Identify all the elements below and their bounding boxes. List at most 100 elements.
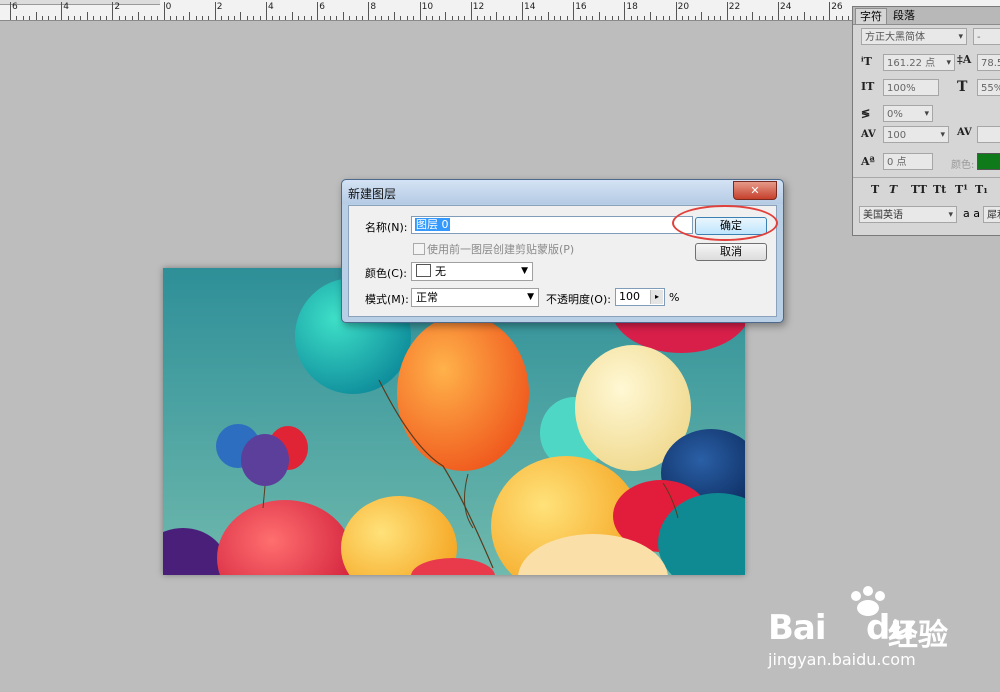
mode-select[interactable]: 正常 ▼: [411, 288, 539, 307]
mode-label: 模式(M):: [365, 293, 409, 306]
faux-bold-button[interactable]: T: [871, 183, 879, 196]
ruler-minor-tick: [336, 16, 338, 20]
highlight-circle: [672, 205, 778, 241]
ruler-minor-tick: [221, 16, 223, 20]
language-select[interactable]: 美国英语: [859, 206, 957, 224]
ruler-minor-tick: [496, 12, 498, 20]
ruler-minor-tick: [611, 16, 613, 20]
dialog-titlebar[interactable]: 新建图层 ✕: [342, 180, 783, 204]
close-button[interactable]: ✕: [733, 181, 777, 200]
ruler-minor-tick: [464, 16, 466, 20]
tab-character[interactable]: 字符: [855, 8, 887, 24]
ruler-label: 6: [319, 2, 325, 12]
font-size-field[interactable]: 161.22 点: [883, 54, 955, 72]
ruler-minor-tick: [669, 16, 671, 20]
ruler-minor-tick: [374, 16, 376, 20]
ruler-minor-tick: [771, 16, 773, 20]
ruler-major-tick: [573, 2, 575, 20]
font-style-select[interactable]: -: [973, 28, 1000, 45]
ruler-major-tick: [675, 2, 677, 20]
ruler-major-tick: [522, 2, 523, 20]
ruler-minor-tick: [586, 16, 587, 20]
opacity-stepper-icon[interactable]: ▸: [650, 290, 663, 304]
ruler-minor-tick: [707, 16, 709, 20]
ruler-minor-tick: [765, 16, 767, 20]
kerning-field[interactable]: [977, 126, 1000, 143]
antialias-select[interactable]: 犀利: [983, 206, 1000, 223]
ruler-label: 26: [831, 2, 843, 12]
ruler-label: 24: [780, 2, 792, 12]
color-select[interactable]: 无 ▼: [411, 262, 533, 281]
ruler-label: 4: [268, 2, 274, 12]
ruler-minor-tick: [438, 16, 440, 20]
ruler-minor-tick: [752, 12, 754, 20]
ruler-label: 6: [12, 2, 18, 12]
ruler-minor-tick: [688, 16, 690, 20]
ruler-major-tick: [163, 2, 165, 20]
ruler-minor-tick: [650, 12, 651, 20]
ruler-minor-tick: [157, 16, 159, 20]
baseline-shift-field[interactable]: 0 点: [883, 153, 933, 170]
ruler-minor-tick: [451, 16, 453, 20]
ruler-label: 18: [626, 2, 638, 12]
ruler-minor-tick: [298, 16, 299, 20]
ruler-minor-tick: [387, 16, 389, 20]
superscript-button[interactable]: T¹: [955, 183, 968, 196]
ruler-minor-tick: [170, 16, 171, 20]
faux-italic-button[interactable]: T: [889, 183, 897, 196]
tsume-icon: ≶: [861, 107, 871, 120]
ruler-minor-tick: [541, 16, 543, 20]
antialias-icon: a a: [963, 207, 980, 220]
ruler-minor-tick: [528, 16, 530, 20]
ruler-minor-tick: [406, 16, 408, 20]
leading-field[interactable]: 78.5: [977, 54, 1000, 71]
ruler-minor-tick: [662, 16, 664, 20]
cancel-button[interactable]: 取消: [695, 243, 767, 261]
ruler-minor-tick: [323, 16, 325, 20]
tsume-field[interactable]: 0%: [883, 105, 933, 123]
ruler-minor-tick: [93, 16, 95, 20]
horizontal-scale-field[interactable]: 55%: [977, 79, 1000, 96]
ruler-minor-tick: [445, 12, 447, 20]
ruler-major-tick: [829, 2, 831, 20]
horizontal-scale-icon: T: [957, 79, 968, 95]
ruler-minor-tick: [86, 12, 88, 20]
ruler-minor-tick: [579, 16, 581, 20]
small-caps-button[interactable]: Tt: [933, 183, 946, 196]
ruler-minor-tick: [534, 16, 536, 20]
vertical-scale-field[interactable]: 100%: [883, 79, 939, 96]
tab-paragraph[interactable]: 段落: [889, 8, 919, 23]
font-size-icon: ⁱT: [861, 55, 872, 68]
panel-divider: [853, 177, 1000, 178]
clipping-mask-checkbox[interactable]: [413, 243, 425, 255]
ruler-minor-tick: [74, 16, 75, 20]
ruler-minor-tick: [176, 16, 178, 20]
ruler-minor-tick: [362, 16, 363, 20]
ruler-label: 20: [677, 2, 690, 12]
tracking-field[interactable]: 100: [883, 126, 949, 144]
ruler-major-tick: [61, 2, 63, 20]
ruler-major-tick: [470, 2, 472, 20]
opacity-input[interactable]: 100 ▸: [615, 288, 665, 306]
ruler-minor-tick: [426, 16, 427, 20]
ruler-minor-tick: [202, 16, 203, 20]
layer-name-input[interactable]: 图层 0: [411, 216, 693, 234]
document-tab-strip[interactable]: [0, 0, 160, 5]
font-family-select[interactable]: 方正大黑简体: [861, 28, 967, 46]
all-caps-button[interactable]: TT: [911, 183, 927, 196]
ruler-minor-tick: [246, 16, 248, 20]
ruler-minor-tick: [259, 16, 261, 20]
ruler-minor-tick: [490, 16, 491, 20]
ruler-minor-tick: [195, 16, 197, 20]
ruler-label: 4: [63, 2, 69, 12]
text-color-swatch[interactable]: [977, 153, 1000, 170]
subscript-button[interactable]: T₁: [975, 183, 988, 196]
ruler-minor-tick: [118, 16, 120, 20]
ruler-minor-tick: [138, 12, 139, 20]
ruler-minor-tick: [598, 12, 600, 20]
ruler-minor-tick: [547, 12, 549, 20]
ruler-minor-tick: [349, 16, 351, 20]
ruler-major-tick: [112, 2, 114, 20]
ruler-minor-tick: [714, 16, 715, 20]
character-panel: 字符 段落 方正大黑简体 - ⁱT 161.22 点 ‡A 78.5 IT 10…: [852, 6, 1000, 236]
